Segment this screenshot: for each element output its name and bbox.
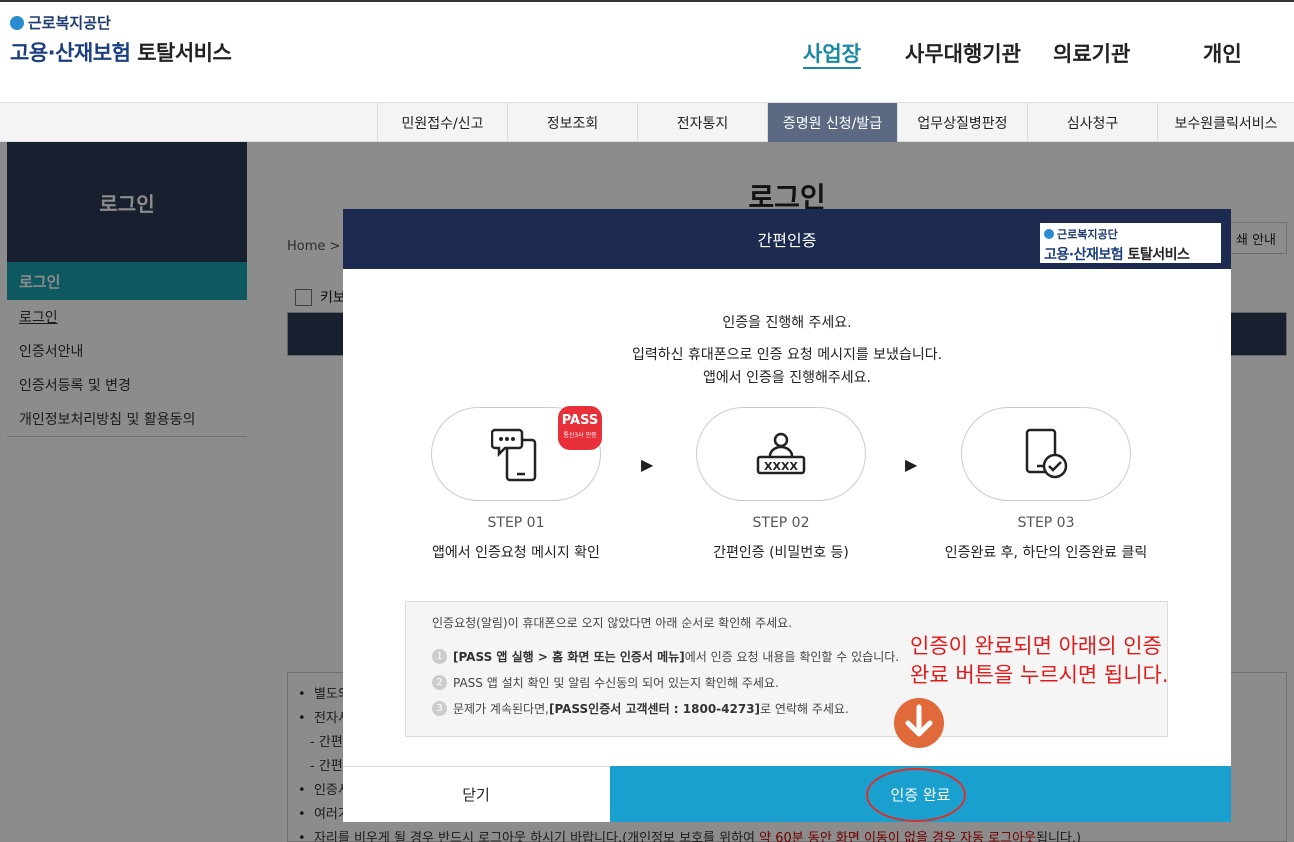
help-number: 2 [432,674,447,690]
step1-description: 앱에서 인증요청 메시지 확인 [432,545,600,561]
help-bold: [PASS인증서 고객센터 : 1800-4273] [548,701,761,716]
close-button[interactable]: 닫기 [343,766,609,822]
modal-message-3: 앱에서 인증을 진행해주세요. [703,370,871,386]
step3-number: STEP 03 [1017,515,1075,531]
step2-number: STEP 02 [752,515,810,531]
comwel-logo-icon [10,15,24,30]
global-nav: 사업장 사무대행기관 의료기관 개인 [0,38,1294,68]
modal-message-1: 인증을 진행해 주세요. [722,315,852,331]
modal-header: 간편인증 근로복지공단 고용·산재보험 토탈서비스 [343,209,1231,269]
phone-chat-icon [491,428,537,482]
help-text: 로 연락해 주세요. [760,701,849,716]
step2-pill: XXXX [696,407,866,501]
troubleshoot-item: 3 문제가 계속된다면, [PASS인증서 고객센터 : 1800-4273] 로… [432,695,1141,721]
lnb-item-review[interactable]: 심사청구 [1027,103,1157,142]
modal-title: 간편인증 [757,231,817,250]
modal-logo: 근로복지공단 고용·산재보험 토탈서비스 [1040,223,1221,263]
user-password-icon: XXXX [756,432,806,475]
instruction-annotation: 인증이 완료되면 아래의 인증 완료 버튼을 누르시면 됩니다. [910,632,1169,690]
modal-logo-title-a: 고용·산재보험 [1044,247,1124,263]
step1-number: STEP 01 [487,515,545,531]
step-arrow-icon: ▶ [641,455,654,474]
help-text: 에서 인증 요청 내용을 확인할 수 있습니다. [684,649,900,664]
help-number: 1 [432,648,447,664]
annotation-line-1: 인증이 완료되면 아래의 인증 [910,634,1162,658]
help-pre: 문제가 계속된다면, [453,701,549,716]
modal-message-2: 입력하신 휴대폰으로 인증 요청 메시지를 보냈습니다. [631,347,943,363]
pin-mask-text: XXXX [764,460,798,473]
logo-org: 근로복지공단 [28,14,111,32]
comwel-logo-icon [1044,229,1054,239]
arrow-down-icon [894,698,944,748]
gnb-item-agency[interactable]: 사무대행기관 [905,38,1021,68]
lnb-item-salary[interactable]: 보수원클릭서비스 [1157,103,1294,142]
local-nav: 민원접수/신고 정보조회 전자통지 증명원 신청/발급 업무상질병판정 심사청구… [0,102,1294,142]
lnb-item-disease[interactable]: 업무상질병판정 [897,103,1027,142]
lnb-item-info[interactable]: 정보조회 [507,103,637,142]
lnb-item-e-notice[interactable]: 전자통지 [637,103,767,142]
help-bold: [PASS 앱 실행 > 홈 화면 또는 인증서 메뉴] [453,649,685,664]
lnb-item-petition[interactable]: 민원접수/신고 [377,103,507,142]
help-text: PASS 앱 설치 확인 및 알림 수신동의 되어 있는지 확인해 주세요. [453,675,779,690]
pass-sub-label: 통신3사 인증 [563,432,597,439]
step3-pill [961,407,1131,501]
gnb-item-workplace[interactable]: 사업장 [803,38,861,68]
help-number: 3 [432,700,447,716]
annotation-line-2: 완료 버튼을 누르시면 됩니다. [910,663,1169,687]
troubleshoot-lead: 인증요청(알림)이 휴대폰으로 오지 않았다면 아래 순서로 확인해 주세요. [432,616,793,630]
top-border [0,0,1294,2]
lnb-item-certificate[interactable]: 증명원 신청/발급 [767,103,897,142]
modal-logo-title-b: 토탈서비스 [1127,247,1190,263]
phone-check-icon [1025,428,1068,479]
step2-description: 간편인증 (비밀번호 등) [713,545,849,561]
step-arrow-icon: ▶ [905,455,918,474]
pass-label: PASS [561,413,599,428]
simple-auth-modal: 간편인증 근로복지공단 고용·산재보험 토탈서비스 인증을 진행해 주세요. 입… [343,209,1231,822]
gnb-item-medical[interactable]: 의료기관 [1053,38,1130,68]
highlight-circle [866,768,966,822]
modal-logo-org: 근로복지공단 [1057,228,1118,241]
gnb-item-personal[interactable]: 개인 [1203,38,1242,68]
pass-app-badge: PASS 통신3사 인증 [558,406,602,450]
step3-description: 인증완료 후, 하단의 인증완료 클릭 [944,545,1148,561]
